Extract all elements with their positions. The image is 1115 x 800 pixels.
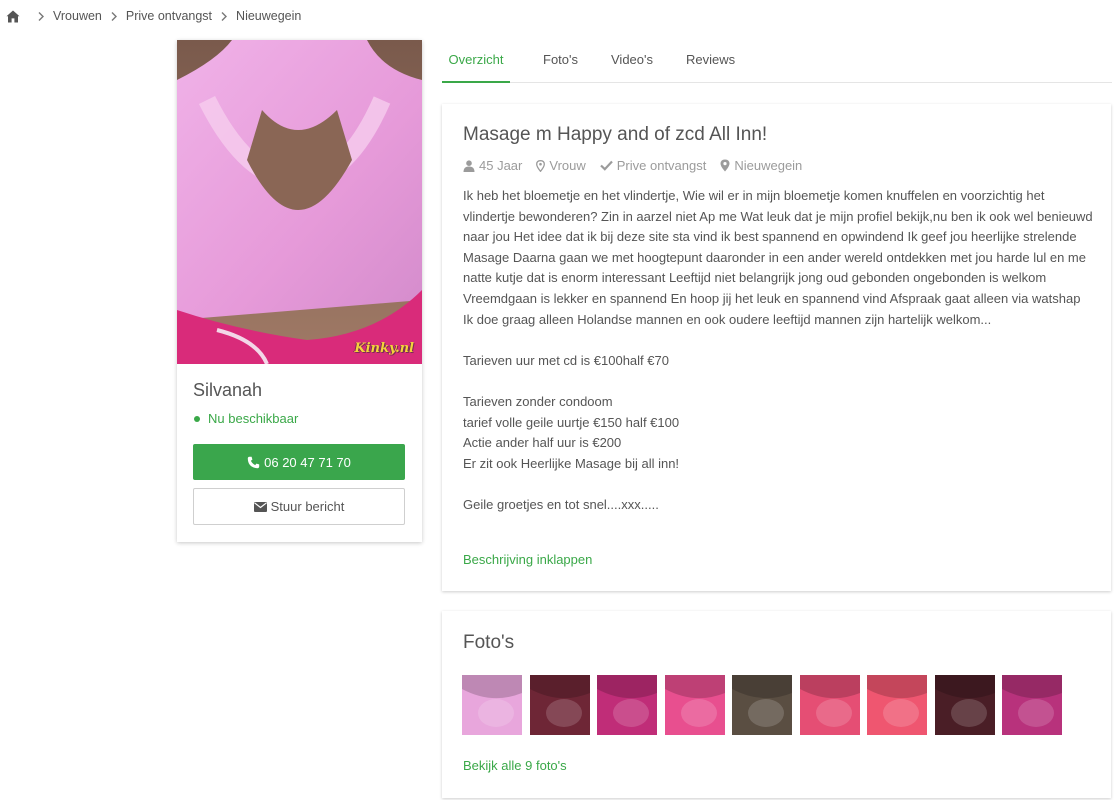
view-all-photos-link[interactable]: Bekijk alle 9 foto's bbox=[463, 758, 567, 773]
chevron-right-icon bbox=[111, 11, 117, 21]
phone-icon bbox=[247, 456, 260, 468]
meta-type: Prive ontvangst bbox=[599, 158, 707, 173]
meta-age-value: 45 Jaar bbox=[479, 158, 523, 173]
collapse-description-link[interactable]: Beschrijving inklappen bbox=[463, 552, 592, 567]
tab-videos[interactable]: Video's bbox=[611, 40, 653, 83]
description-paragraph: Geile groetjes en tot snel....xxx..... bbox=[463, 496, 659, 512]
tab-fotos[interactable]: Foto's bbox=[543, 40, 578, 83]
photos-title: Foto's bbox=[463, 632, 515, 653]
profile-card: Kinky.nl Silvanah Nu beschikbaar 06 20 4… bbox=[177, 40, 422, 542]
photos-card: Foto's Bekijk alle 9 foto's bbox=[442, 611, 1111, 798]
call-button[interactable]: 06 20 47 71 70 bbox=[193, 444, 405, 480]
envelope-icon bbox=[253, 501, 267, 512]
profile-name: Silvanah bbox=[193, 380, 263, 400]
description-card: Masage m Happy and of zcd All Inn! 45 Ja… bbox=[442, 104, 1111, 591]
check-icon bbox=[599, 160, 613, 171]
photo-thumbnail[interactable] bbox=[732, 675, 792, 735]
send-message-label: Stuur bericht bbox=[270, 499, 345, 514]
meta-age: 45 Jaar bbox=[463, 158, 522, 173]
photo-thumbnail[interactable] bbox=[664, 675, 725, 735]
status-dot-icon bbox=[194, 415, 200, 422]
profile-meta: 45 Jaar Vrouw Prive ontvangst Nieuwegein bbox=[463, 158, 816, 173]
photo-thumbnail[interactable] bbox=[799, 675, 860, 735]
watermark-logo: Kinky.nl bbox=[354, 341, 414, 356]
breadcrumb-prive-ontvangst[interactable]: Prive ontvangst bbox=[126, 9, 212, 23]
photo-thumbnail[interactable] bbox=[934, 675, 995, 735]
chevron-right-icon bbox=[38, 11, 44, 21]
profile-photo[interactable]: Kinky.nl bbox=[177, 40, 422, 364]
tab-overzicht[interactable]: Overzicht bbox=[442, 40, 510, 83]
breadcrumb: Vrouwen Prive ontvangst Nieuwegein bbox=[6, 9, 301, 23]
tab-reviews[interactable]: Reviews bbox=[686, 40, 735, 83]
photo-thumbnail[interactable] bbox=[867, 675, 927, 735]
breadcrumb-vrouwen[interactable]: Vrouwen bbox=[53, 9, 102, 23]
photo-thumbnail[interactable] bbox=[462, 675, 522, 735]
send-message-button[interactable]: Stuur bericht bbox=[193, 488, 405, 525]
description-paragraph: Tarieven uur met cd is €100half €70 bbox=[463, 352, 669, 368]
meta-location-value: Nieuwegein bbox=[734, 158, 803, 173]
phone-number: 06 20 47 71 70 bbox=[264, 454, 351, 470]
profile-photo-image bbox=[177, 40, 422, 364]
photo-thumbnails bbox=[462, 675, 1070, 735]
meta-gender-value: Vrouw bbox=[549, 158, 586, 173]
location-pin-icon bbox=[720, 159, 730, 172]
photo-thumbnail[interactable] bbox=[529, 675, 590, 735]
profile-tabs: Overzicht Foto's Video's Reviews bbox=[442, 40, 1112, 83]
description-paragraph: Ik heb het bloemetje en het vlindertje, … bbox=[463, 188, 1093, 327]
description-text: Ik heb het bloemetje en het vlindertje, … bbox=[463, 186, 1093, 536]
meta-location: Nieuwegein bbox=[720, 158, 802, 173]
user-icon bbox=[463, 159, 475, 172]
meta-type-value: Prive ontvangst bbox=[616, 158, 707, 173]
ad-title: Masage m Happy and of zcd All Inn! bbox=[463, 124, 768, 145]
map-marker-icon bbox=[536, 159, 546, 172]
meta-gender: Vrouw bbox=[536, 158, 586, 173]
home-icon[interactable] bbox=[6, 10, 20, 23]
breadcrumb-nieuwegein[interactable]: Nieuwegein bbox=[236, 9, 301, 23]
photo-thumbnail[interactable] bbox=[597, 675, 657, 735]
photo-thumbnail[interactable] bbox=[1002, 675, 1062, 735]
chevron-right-icon bbox=[221, 11, 228, 21]
availability-status: Nu beschikbaar bbox=[194, 411, 298, 426]
description-paragraph: Tarieven zonder condoom tarief volle gei… bbox=[463, 393, 680, 471]
status-label: Nu beschikbaar bbox=[208, 411, 299, 426]
